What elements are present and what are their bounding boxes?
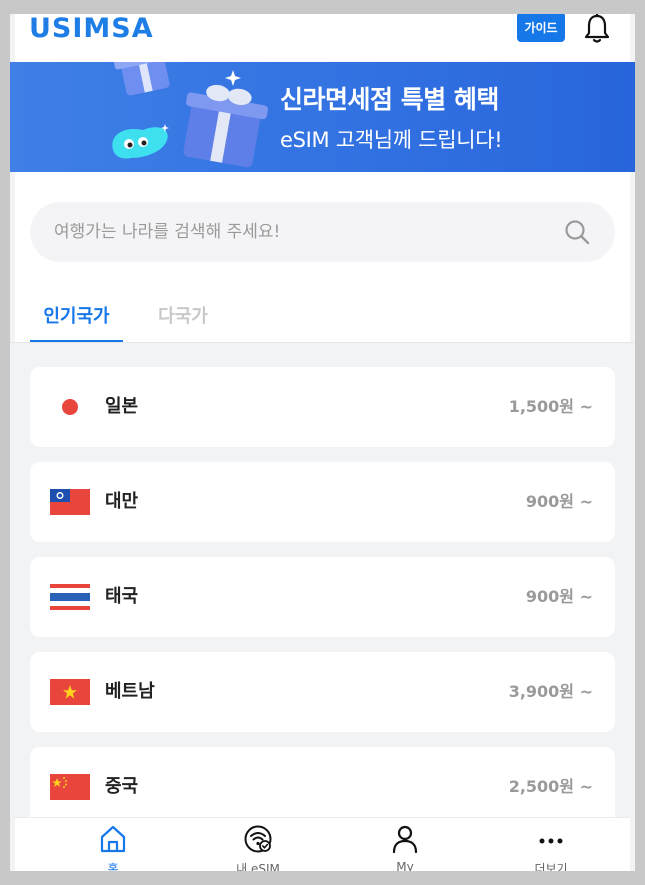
- thailand-flag-icon: [50, 584, 90, 610]
- country-name: 일본: [105, 396, 139, 417]
- nav-label: My: [396, 860, 414, 871]
- country-price: 1,500원 ~: [508, 397, 593, 416]
- more-icon: [539, 838, 563, 844]
- tab-multi-country[interactable]: 다국가: [148, 302, 218, 342]
- search-bar[interactable]: [30, 202, 615, 262]
- banner-subtitle: eSIM 고객님께 드립니다!: [280, 128, 503, 152]
- country-item-thailand[interactable]: 태국 900원 ~: [30, 557, 615, 637]
- vietnam-flag-icon: [50, 679, 90, 705]
- bottom-navigation: 홈 내 eSIM My 더보기: [15, 817, 630, 871]
- search-and-tabs: 인기국가 다국가: [15, 172, 630, 342]
- china-flag-icon: [50, 774, 90, 800]
- country-name: 베트남: [105, 681, 155, 702]
- promo-banner[interactable]: 신라면세점 특별 혜택 eSIM 고객님께 드립니다!: [10, 62, 635, 172]
- country-price: 2,500원 ~: [508, 777, 593, 796]
- nav-label: 내 eSIM: [236, 862, 280, 871]
- country-item-vietnam[interactable]: 베트남 3,900원 ~: [30, 652, 615, 732]
- country-name: 태국: [105, 586, 139, 607]
- japan-flag-icon: [62, 399, 78, 415]
- nav-label: 더보기: [534, 862, 568, 871]
- taiwan-flag-icon: [50, 489, 90, 515]
- bell-icon[interactable]: [582, 14, 612, 45]
- nav-label: 홈: [107, 862, 119, 871]
- country-price: 3,900원 ~: [508, 682, 593, 701]
- gift-mascot-illustration: [112, 62, 268, 168]
- country-item-taiwan[interactable]: 대만 900원 ~: [30, 462, 615, 542]
- country-name: 중국: [105, 776, 139, 797]
- user-icon: [392, 825, 418, 854]
- tab-popular-countries[interactable]: 인기국가: [30, 302, 123, 342]
- country-item-japan[interactable]: 일본 1,500원 ~: [30, 367, 615, 447]
- country-name: 대만: [105, 491, 139, 512]
- esim-icon: [244, 825, 272, 853]
- header: USIMSA 가이드: [15, 14, 630, 62]
- tab-divider: [10, 342, 635, 343]
- country-price: 900원 ~: [525, 492, 593, 511]
- nav-my-esim[interactable]: 내 eSIM: [218, 818, 298, 871]
- search-input[interactable]: [54, 202, 534, 262]
- guide-button[interactable]: 가이드: [517, 14, 565, 42]
- tab-bar: 인기국가 다국가: [30, 292, 615, 342]
- logo[interactable]: USIMSA: [29, 14, 154, 44]
- nav-more[interactable]: 더보기: [511, 818, 591, 871]
- nav-home[interactable]: 홈: [73, 818, 153, 871]
- search-icon[interactable]: [564, 219, 590, 245]
- country-price: 900원 ~: [525, 587, 593, 606]
- banner-title: 신라면세점 특별 혜택: [280, 85, 499, 114]
- app-frame: USIMSA 가이드 신라면세점 특별 혜택 eSIM 고객님께 드립니다! 여…: [10, 14, 635, 871]
- home-icon: [100, 825, 126, 853]
- country-item-china[interactable]: 중국 2,500원 ~: [30, 747, 615, 827]
- nav-my[interactable]: My: [365, 818, 445, 871]
